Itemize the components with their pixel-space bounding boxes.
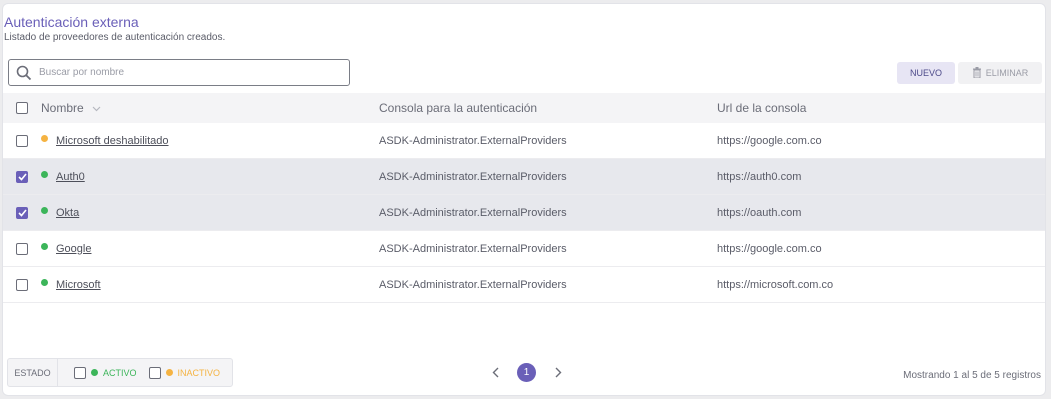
- table-row[interactable]: Google ASDK-Administrator.ExternalProvide…: [3, 231, 1045, 267]
- provider-name-link[interactable]: Microsoft: [56, 279, 101, 291]
- check-icon: [17, 173, 27, 181]
- provider-name-cell: Google: [56, 243, 91, 255]
- console-cell: ASDK-Administrator.ExternalProviders: [379, 242, 567, 255]
- url-cell: https://google.com.co: [717, 242, 822, 255]
- filter-inactive[interactable]: INACTIVO: [148, 366, 221, 379]
- provider-name-link[interactable]: Google: [56, 243, 91, 255]
- table-footer: ESTADO ACTIVO INACTIVO 1 Mostrando 1 al …: [3, 357, 1045, 387]
- row-checkbox[interactable]: [16, 243, 28, 255]
- external-auth-panel: Autenticación externa Listado de proveed…: [2, 3, 1046, 396]
- console-cell: ASDK-Administrator.ExternalProviders: [379, 278, 567, 291]
- table-row[interactable]: Microsoft deshabilitado ASDK-Administrato…: [3, 123, 1045, 159]
- column-header-name[interactable]: Nombre: [41, 101, 101, 115]
- url-cell: https://auth0.com: [717, 170, 802, 183]
- inactive-status-dot: [165, 369, 173, 376]
- active-status-dot: [91, 369, 98, 376]
- table-header: Nombre Consola para la autenticación Url…: [3, 93, 1045, 123]
- filter-active-label: ACTIVO: [103, 367, 137, 378]
- console-cell: ASDK-Administrator.ExternalProviders: [379, 170, 567, 183]
- providers-table: Nombre Consola para la autenticación Url…: [3, 93, 1045, 303]
- provider-name-cell: Microsoft deshabilitado: [56, 135, 169, 147]
- page-subtitle: Listado de proveedores de autenticación …: [4, 32, 226, 43]
- new-button[interactable]: NUEVO: [897, 62, 955, 84]
- table-row[interactable]: Microsoft ASDK-Administrator.ExternalProv…: [3, 267, 1045, 303]
- status-dot: [41, 135, 48, 142]
- url-cell: https://microsoft.com.co: [717, 278, 834, 291]
- table-row[interactable]: Okta ASDK-Administrator.ExternalProviders…: [3, 195, 1045, 231]
- status-dot: [41, 243, 48, 250]
- filter-inactive-label: INACTIVO: [177, 367, 221, 378]
- chevron-left-icon[interactable]: [487, 365, 503, 381]
- delete-button-label: ELIMINAR: [985, 68, 1029, 78]
- column-header-name-label: Nombre: [41, 101, 84, 115]
- chevron-down-icon: [92, 101, 101, 115]
- status-dot: [41, 171, 48, 178]
- console-cell: ASDK-Administrator.ExternalProviders: [379, 206, 567, 219]
- search-icon: [9, 60, 39, 85]
- provider-name-link[interactable]: Auth0: [56, 171, 85, 183]
- trash-icon: [972, 66, 982, 80]
- status-filter: ESTADO ACTIVO INACTIVO: [7, 358, 233, 387]
- filter-active-checkbox[interactable]: [74, 366, 86, 379]
- row-checkbox[interactable]: [16, 207, 28, 219]
- row-checkbox[interactable]: [16, 135, 28, 147]
- row-checkbox[interactable]: [16, 279, 28, 291]
- column-header-url: Url de la consola: [717, 101, 807, 115]
- provider-name-cell: Auth0: [56, 171, 85, 183]
- provider-name-cell: Microsoft: [56, 279, 101, 291]
- table-body: Microsoft deshabilitado ASDK-Administrato…: [3, 123, 1045, 303]
- url-cell: https://oauth.com: [717, 206, 802, 219]
- row-checkbox[interactable]: [16, 171, 28, 183]
- provider-name-link[interactable]: Okta: [56, 207, 79, 219]
- delete-button[interactable]: ELIMINAR: [958, 62, 1042, 84]
- provider-name-link[interactable]: Microsoft deshabilitado: [56, 135, 169, 147]
- filter-inactive-checkbox[interactable]: [148, 366, 161, 379]
- console-cell: ASDK-Administrator.ExternalProviders: [379, 134, 567, 147]
- status-filter-label: ESTADO: [8, 359, 58, 386]
- search-input[interactable]: [39, 67, 339, 78]
- select-all-checkbox[interactable]: [16, 102, 28, 114]
- page-title: Autenticación externa: [4, 14, 139, 30]
- page-number-current[interactable]: 1: [517, 363, 536, 382]
- column-header-console: Consola para la autenticación: [379, 101, 538, 115]
- url-cell: https://google.com.co: [717, 134, 822, 147]
- status-dot: [41, 207, 48, 214]
- filter-active[interactable]: ACTIVO: [74, 366, 137, 379]
- table-row[interactable]: Auth0 ASDK-Administrator.ExternalProvider…: [3, 159, 1045, 195]
- records-count: Mostrando 1 al 5 de 5 registros: [903, 370, 1041, 381]
- status-dot: [41, 279, 48, 286]
- chevron-right-icon[interactable]: [550, 365, 566, 381]
- pagination: 1: [487, 363, 566, 382]
- search-box[interactable]: [8, 59, 350, 86]
- provider-name-cell: Okta: [56, 207, 79, 219]
- check-icon: [17, 209, 27, 217]
